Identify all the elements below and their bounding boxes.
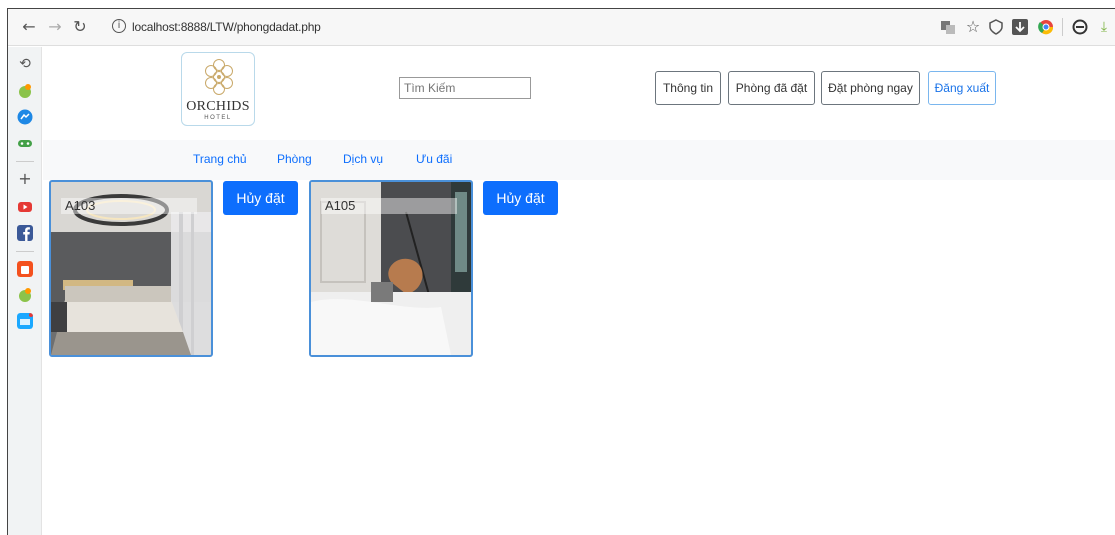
nav-services[interactable]: Dịch vụ — [343, 152, 383, 166]
translate-icon[interactable] — [940, 19, 956, 35]
tiki-icon[interactable] — [17, 313, 33, 329]
room-card[interactable]: A105 — [309, 180, 473, 357]
chrome-ext-icon[interactable] — [1038, 19, 1054, 35]
download-icon[interactable]: ⤓ — [1096, 18, 1112, 36]
messenger-icon[interactable] — [17, 109, 33, 125]
forward-arrow-icon[interactable]: → — [46, 18, 64, 36]
cancel-booking-button[interactable]: Hủy đặt — [483, 181, 558, 215]
back-arrow-icon[interactable]: ← — [20, 18, 38, 36]
url-text: localhost:8888/LTW/phongdadat.php — [132, 20, 321, 34]
logo-text: ORCHIDS — [186, 99, 250, 114]
booked-rooms-button[interactable]: Phòng đã đặt — [728, 71, 815, 105]
chat-ext-icon-2[interactable] — [17, 287, 33, 303]
download-box-icon[interactable] — [1012, 19, 1028, 35]
history-icon[interactable]: ⟲ — [16, 55, 34, 73]
main-navbar: Trang chủ Phòng Dịch vụ Ưu đãi — [43, 140, 1115, 180]
nav-rooms[interactable]: Phòng — [277, 152, 312, 166]
reload-icon[interactable]: ↻ — [71, 18, 89, 36]
sidebar-divider — [16, 251, 34, 252]
page-content: ORCHIDS HOTEL Thông tin Phòng đã đặt Đặt… — [43, 47, 1115, 535]
account-icon[interactable] — [1072, 19, 1088, 35]
logo-subtext: HOTEL — [204, 115, 232, 121]
facebook-icon[interactable] — [17, 225, 33, 241]
youtube-icon[interactable] — [17, 199, 33, 215]
toolbar-divider — [1062, 18, 1063, 36]
site-header: ORCHIDS HOTEL Thông tin Phòng đã đặt Đặt… — [43, 47, 1115, 140]
nav-offers[interactable]: Ưu đãi — [416, 152, 452, 166]
star-icon[interactable]: ☆ — [964, 18, 982, 36]
orchid-logo-icon — [205, 59, 233, 95]
chat-ext-icon[interactable] — [17, 83, 33, 99]
room-name: A103 — [61, 198, 197, 214]
room-card[interactable]: A103 — [49, 180, 213, 357]
search-input[interactable] — [399, 77, 531, 99]
add-icon[interactable]: + — [16, 170, 34, 188]
shopee-icon[interactable] — [17, 261, 33, 277]
game-icon[interactable] — [17, 135, 33, 151]
address-bar[interactable]: i localhost:8888/LTW/phongdadat.php — [102, 15, 912, 39]
nav-home[interactable]: Trang chủ — [193, 152, 247, 166]
sidebar-divider — [16, 161, 34, 162]
browser-toolbar: ← → ↻ i localhost:8888/LTW/phongdadat.ph… — [8, 9, 1115, 46]
hotel-logo[interactable]: ORCHIDS HOTEL — [181, 52, 255, 126]
room-name: A105 — [321, 198, 457, 214]
logout-button[interactable]: Đăng xuất — [928, 71, 996, 105]
info-button[interactable]: Thông tin — [655, 71, 721, 105]
extension-sidebar: ⟲ + — [8, 47, 42, 535]
shield-icon[interactable] — [988, 19, 1004, 35]
browser-window: ← → ↻ i localhost:8888/LTW/phongdadat.ph… — [7, 8, 1115, 535]
cancel-booking-button[interactable]: Hủy đặt — [223, 181, 298, 215]
info-icon[interactable]: i — [112, 19, 126, 33]
book-now-button[interactable]: Đặt phòng ngay — [821, 71, 920, 105]
